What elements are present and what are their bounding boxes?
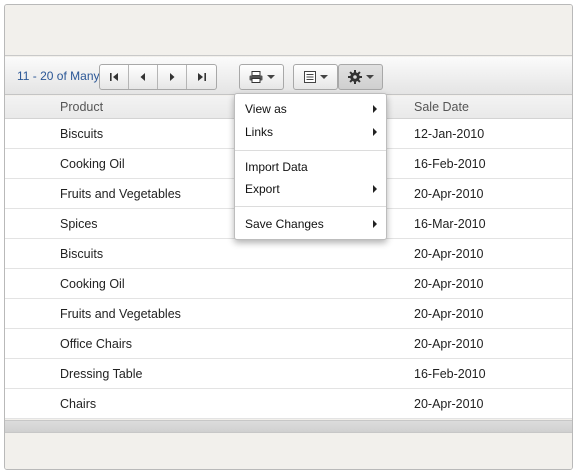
menu-item-export[interactable]: Export	[235, 179, 386, 199]
column-header-sale-date[interactable]: Sale Date	[414, 100, 469, 114]
view-dropdown	[293, 64, 338, 90]
sale-date-cell: 20-Apr-2010	[414, 247, 484, 261]
print-button[interactable]	[240, 65, 283, 89]
first-page-icon	[110, 73, 118, 81]
menu-item-label: Save Changes	[245, 217, 324, 231]
sale-date-cell: 12-Jan-2010	[414, 127, 485, 141]
product-cell: Cooking Oil	[60, 157, 125, 171]
sale-date-cell: 20-Apr-2010	[414, 307, 484, 321]
table-row[interactable]: Office Chairs 20-Apr-2010	[5, 329, 572, 359]
settings-dropdown	[338, 64, 383, 90]
last-page-button[interactable]	[187, 65, 216, 89]
bottom-panel	[5, 420, 572, 469]
previous-page-button[interactable]	[129, 65, 158, 89]
sale-date-cell: 16-Feb-2010	[414, 367, 486, 381]
menu-item-label: View as	[245, 102, 287, 116]
table-row[interactable]: Dressing Table 16-Feb-2010	[5, 359, 572, 389]
sale-date-cell: 20-Apr-2010	[414, 397, 484, 411]
menu-divider	[235, 206, 386, 207]
column-header-product[interactable]: Product	[60, 100, 103, 114]
sale-date-cell: 16-Mar-2010	[414, 217, 486, 231]
print-dropdown	[239, 64, 284, 90]
pager-label: 11 - 20 of Many	[17, 69, 100, 83]
product-cell: Fruits and Vegetables	[60, 307, 181, 321]
view-options-button[interactable]	[294, 65, 337, 89]
next-page-icon	[170, 73, 175, 81]
product-cell: Dressing Table	[60, 367, 143, 381]
printer-icon	[249, 71, 262, 83]
table-row[interactable]: Cooking Oil 20-Apr-2010	[5, 269, 572, 299]
table-row[interactable]: Biscuits 20-Apr-2010	[5, 239, 572, 269]
last-page-icon	[197, 73, 206, 81]
next-page-button[interactable]	[158, 65, 187, 89]
product-cell: Biscuits	[60, 127, 104, 141]
previous-page-icon	[140, 73, 145, 81]
product-cell: Office Chairs	[60, 337, 133, 351]
table-row[interactable]: Fruits and Vegetables 20-Apr-2010	[5, 299, 572, 329]
settings-menu: View as Links Import Data Export Save Ch…	[234, 93, 387, 240]
sale-date-cell: 20-Apr-2010	[414, 337, 484, 351]
chevron-down-icon	[266, 75, 275, 79]
product-cell: Cooking Oil	[60, 277, 125, 291]
menu-item-label: Import Data	[245, 160, 308, 174]
sale-date-cell: 20-Apr-2010	[414, 277, 484, 291]
submenu-arrow-icon	[373, 220, 377, 228]
menu-item-save-changes[interactable]: Save Changes	[235, 214, 386, 234]
list-icon	[303, 71, 316, 83]
submenu-arrow-icon	[373, 128, 377, 136]
grid-toolbar: 11 - 20 of Many	[5, 57, 572, 95]
menu-divider	[235, 150, 386, 151]
pager-buttons	[99, 64, 217, 90]
grid-window: 11 - 20 of Many Product Sale Date Biscui…	[4, 4, 573, 470]
product-cell: Spices	[60, 217, 98, 231]
menu-item-view-as[interactable]: View as	[235, 99, 386, 119]
sale-date-cell: 16-Feb-2010	[414, 157, 486, 171]
menu-item-links[interactable]: Links	[235, 122, 386, 142]
product-cell: Chairs	[60, 397, 97, 411]
menu-item-label: Export	[245, 182, 280, 196]
settings-button[interactable]	[339, 65, 382, 89]
sale-date-cell: 20-Apr-2010	[414, 187, 484, 201]
horizontal-scrollbar[interactable]	[5, 421, 572, 433]
menu-item-import-data[interactable]: Import Data	[235, 157, 386, 177]
chevron-down-icon	[319, 75, 328, 79]
table-row[interactable]: Chairs 20-Apr-2010	[5, 389, 572, 419]
first-page-button[interactable]	[100, 65, 129, 89]
gear-icon	[347, 70, 362, 84]
chevron-down-icon	[365, 75, 374, 79]
submenu-arrow-icon	[373, 105, 377, 113]
top-panel	[5, 5, 572, 56]
product-cell: Fruits and Vegetables	[60, 187, 181, 201]
menu-item-label: Links	[245, 125, 274, 139]
submenu-arrow-icon	[373, 185, 377, 193]
product-cell: Biscuits	[60, 247, 104, 261]
